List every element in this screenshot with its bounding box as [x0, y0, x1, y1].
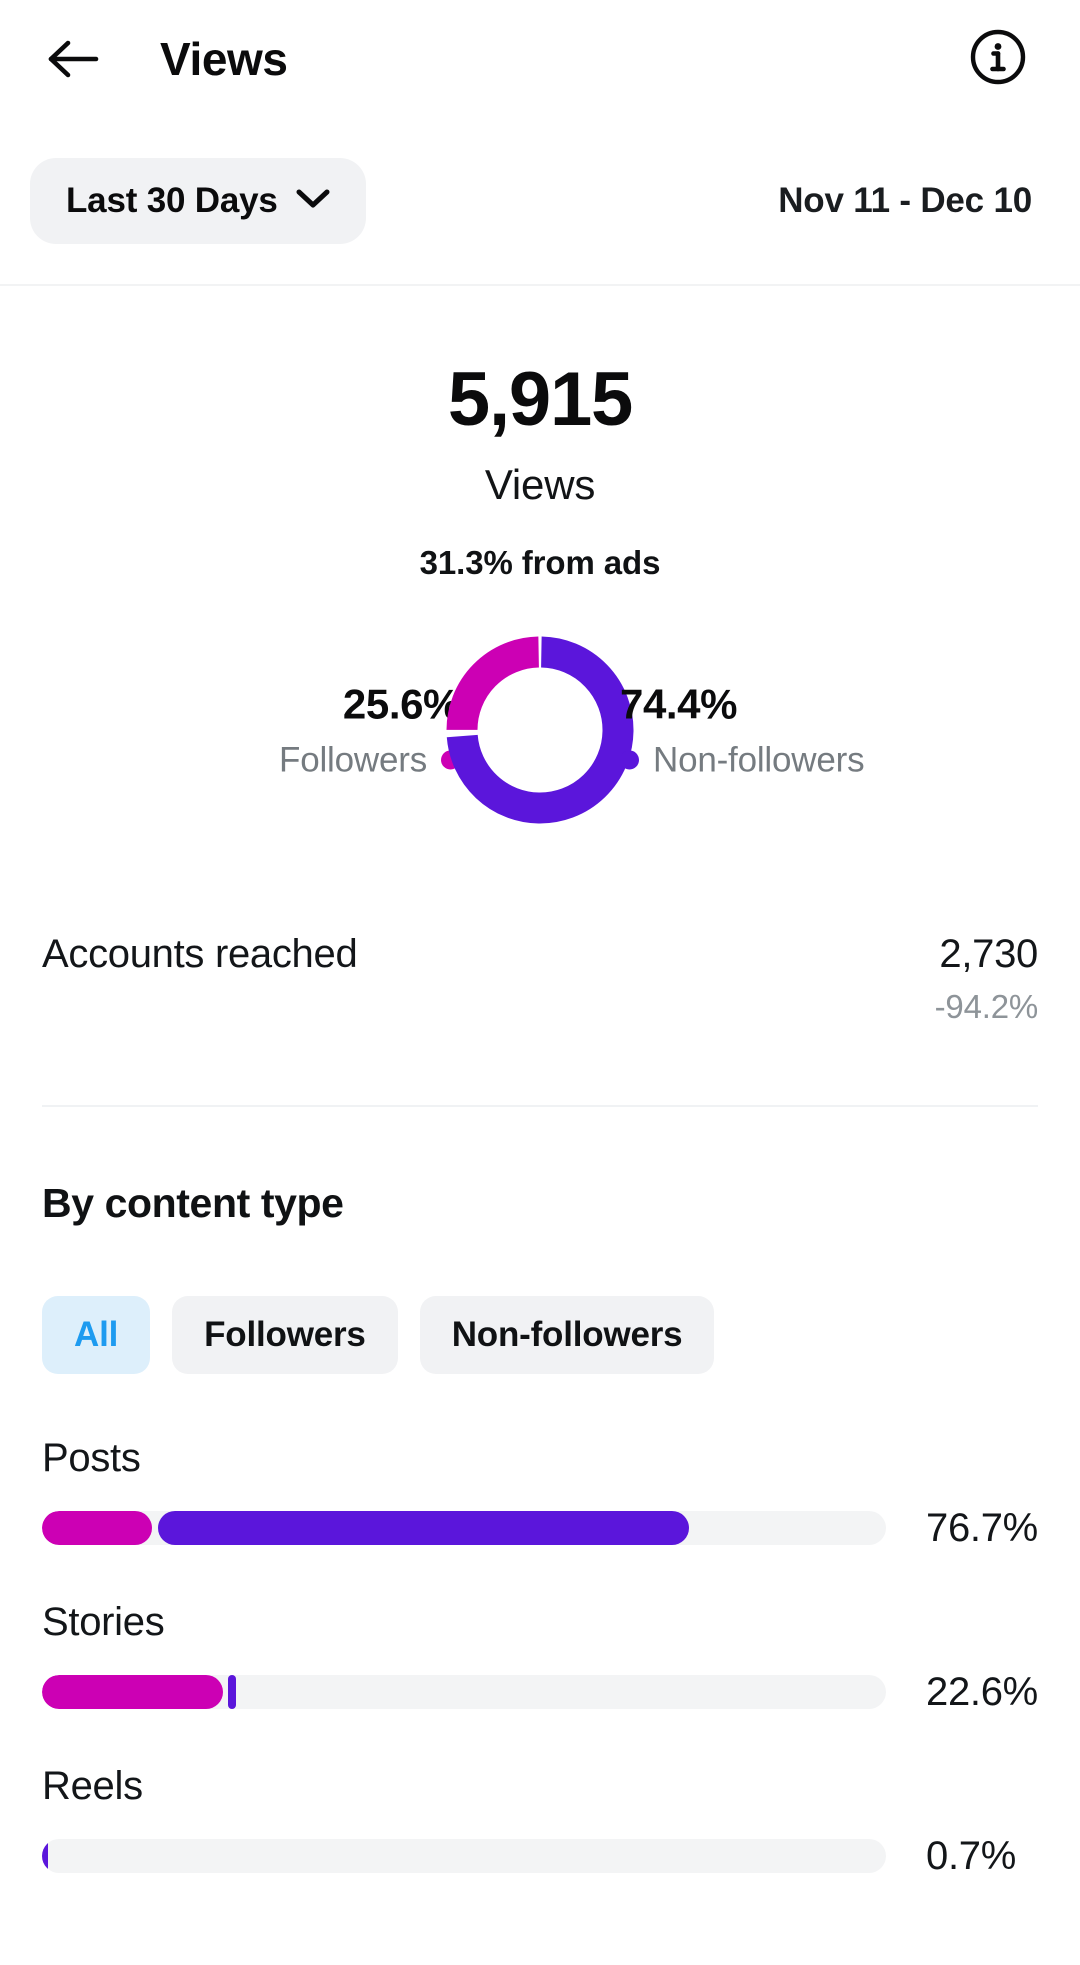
chevron-down-icon	[296, 188, 330, 215]
chip-all-label: All	[74, 1315, 119, 1355]
nonfollowers-percent: 74.4%	[620, 680, 738, 728]
page-title: Views	[160, 33, 288, 85]
bar-seg-posts-nonfollowers	[158, 1511, 690, 1546]
donut-graphic	[440, 630, 640, 830]
summary-block: 5,915 Views 31.3% from ads	[0, 286, 1080, 581]
bar-label-reels: Reels	[42, 1764, 143, 1809]
accounts-reached-row[interactable]: Accounts reached 2,730 -94.2%	[0, 931, 1080, 1025]
accounts-reached-value: 2,730	[939, 932, 1038, 976]
nonfollowers-color-dot	[620, 750, 639, 770]
bar-label-posts: Posts	[42, 1436, 141, 1481]
app-bar: Views	[0, 0, 1080, 118]
bar-pct-posts: 76.7%	[926, 1506, 1038, 1551]
followers-label: Followers	[279, 740, 427, 780]
bar-track-posts	[42, 1511, 886, 1546]
chip-non-followers[interactable]: Non-followers	[419, 1296, 715, 1375]
views-insights-screen: Views Last 30 Days Nov 11 - Dec 10 5,915…	[0, 0, 1080, 1965]
chip-followers[interactable]: Followers	[172, 1296, 398, 1375]
chip-non-followers-label: Non-followers	[451, 1315, 683, 1355]
views-total-label: Views	[484, 461, 596, 508]
bar-track-reels	[42, 1839, 886, 1874]
bar-pct-reels: 0.7%	[926, 1834, 1016, 1879]
bar-pct-stories: 22.6%	[926, 1670, 1038, 1715]
bar-seg-reels-nonfollowers	[42, 1839, 48, 1874]
bar-seg-stories-followers	[42, 1675, 223, 1710]
section-divider	[42, 1105, 1038, 1108]
ads-share-note: 31.3% from ads	[419, 544, 661, 581]
nonfollowers-label: Non-followers	[653, 740, 865, 780]
date-preset-label: Last 30 Days	[66, 181, 278, 220]
date-preset-dropdown[interactable]: Last 30 Days	[30, 158, 366, 244]
bar-item-stories: Stories 22.6%	[42, 1602, 1038, 1712]
date-range-text: Nov 11 - Dec 10	[778, 181, 1032, 220]
bar-item-reels: Reels 0.7%	[42, 1766, 1038, 1876]
bar-seg-posts-followers	[42, 1511, 152, 1546]
legend-nonfollowers: 74.4% Non-followers	[620, 680, 865, 780]
legend-followers: 25.6% Followers	[279, 680, 460, 780]
arrow-left-icon	[46, 39, 100, 79]
bar-label-stories: Stories	[42, 1600, 165, 1645]
by-content-type-title: By content type	[42, 1180, 344, 1227]
bar-track-stories	[42, 1675, 886, 1710]
views-total-value: 5,915	[447, 357, 633, 442]
followers-percent: 25.6%	[342, 680, 460, 728]
accounts-reached-delta: -94.2%	[934, 988, 1039, 1025]
info-button[interactable]	[968, 29, 1028, 89]
chip-followers-label: Followers	[204, 1315, 366, 1355]
date-range-row: Last 30 Days Nov 11 - Dec 10	[0, 118, 1080, 286]
accounts-reached-label: Accounts reached	[42, 932, 358, 976]
content-type-bars: Posts 76.7% Stories 22.6% Reels 0.7%	[0, 1438, 1080, 1876]
audience-donut-chart: 25.6% Followers 74.4% Non-followers	[0, 615, 1080, 845]
bar-item-posts: Posts 76.7%	[42, 1438, 1038, 1548]
audience-filter-chips: All Followers Non-followers	[0, 1296, 1080, 1375]
bar-seg-stories-nonfollowers	[227, 1675, 237, 1710]
accounts-reached-values: 2,730 -94.2%	[934, 931, 1039, 1025]
chip-all[interactable]: All	[42, 1296, 151, 1375]
back-button[interactable]	[42, 28, 104, 90]
info-circle-icon	[969, 28, 1027, 91]
